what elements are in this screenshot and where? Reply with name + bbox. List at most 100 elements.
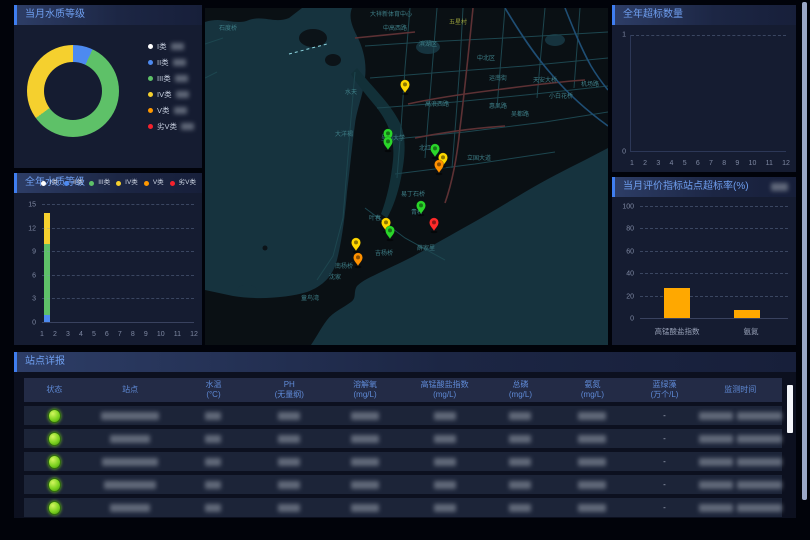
cell-value-redacted: [555, 481, 631, 489]
legend-label: 劣V类: [157, 121, 177, 132]
table-body: - - - - -: [24, 406, 782, 514]
cell-value-redacted: [176, 435, 252, 443]
cell-value-redacted: [486, 458, 554, 466]
legend-value-redacted: [175, 75, 188, 82]
x-tick: 3: [66, 331, 70, 338]
legend-item-III类[interactable]: III类: [148, 73, 194, 84]
table-row[interactable]: -: [24, 498, 782, 517]
rules-link-redacted[interactable]: [771, 183, 788, 191]
year-exceed-plot: [630, 35, 786, 152]
x-tick: 6: [105, 331, 109, 338]
map-label: 易丁石桥: [401, 190, 425, 198]
rate-bar-高锰酸盐指数: [664, 288, 690, 318]
table-row[interactable]: -: [24, 452, 782, 471]
cell-status: [24, 478, 85, 492]
panel-year-quality: 全年水质等级 I类II类III类IV类V类劣V类 03691215 123456…: [14, 173, 202, 345]
map-label: 南杨桥: [335, 262, 353, 270]
map-label: 滨湖区: [419, 40, 437, 48]
cell-value-redacted: [176, 412, 252, 420]
table-row[interactable]: -: [24, 475, 782, 494]
x-tick: 2: [53, 331, 57, 338]
cell-value-redacted: [327, 504, 403, 512]
cell-value-redacted: [176, 458, 252, 466]
cell-value-redacted: [486, 504, 554, 512]
map-label: 小白花桥: [549, 92, 573, 100]
cell-time-redacted: [699, 458, 782, 466]
cell-time-redacted: [699, 504, 782, 512]
y-tick: 1: [622, 32, 626, 39]
cell-value-redacted: [555, 504, 631, 512]
y-tick: 40: [626, 271, 634, 278]
map-label: 吴都路: [511, 110, 529, 118]
table-row[interactable]: -: [24, 429, 782, 448]
col-do: 溶解氧(mg/L): [327, 380, 403, 400]
legend-item-劣V类[interactable]: 劣V类: [148, 121, 194, 132]
map-label: 五星村: [449, 18, 467, 26]
legend-dot: [148, 124, 153, 129]
bar-segment-III类: [44, 244, 50, 315]
panel-month-quality: 当月水质等级 I类II类III类IV类V类劣V类: [14, 5, 202, 168]
legend-item-I类[interactable]: I类: [148, 41, 194, 52]
y-tick: 6: [32, 272, 36, 279]
table-scrollbar[interactable]: [787, 385, 793, 433]
cell-station-redacted: [85, 504, 176, 512]
legend-item-I类[interactable]: I类: [41, 173, 58, 193]
legend-item-IV类[interactable]: IV类: [116, 173, 138, 193]
y-tick: 12: [28, 225, 36, 232]
donut-legend: I类 II类 III类 IV类 V类劣V类: [148, 41, 194, 132]
panel-title: 全年水质等级 I类II类III类IV类V类劣V类: [14, 173, 202, 193]
cell-station-redacted: [85, 481, 176, 489]
y-tick: 15: [28, 202, 36, 209]
legend-dot: [148, 44, 153, 49]
x-tick: 6: [696, 160, 700, 167]
year-exceed-title: 全年超标数量: [623, 9, 683, 20]
month-rate-title: 当月评价指标站点超标率(%): [623, 181, 749, 192]
page-scrollbar[interactable]: [802, 2, 807, 500]
legend-item-IV类[interactable]: IV类: [148, 89, 194, 100]
map[interactable]: 石度桥大祥新体育中心中高西路滨湖区五星村中北区运南街天安大桥机场路小白花桥高浪西…: [205, 8, 608, 345]
status-dot-normal: [48, 409, 61, 423]
legend-value-redacted: [176, 91, 189, 98]
cell-station-redacted: [85, 435, 176, 443]
cell-value-redacted: [327, 435, 403, 443]
x-tick: 9: [144, 331, 148, 338]
cell-station-redacted: [85, 458, 176, 466]
status-dot-normal: [48, 478, 61, 492]
legend-label: III类: [157, 73, 171, 84]
legend-label: IV类: [125, 173, 138, 193]
status-dot-normal: [48, 432, 61, 446]
map-label: 水天: [345, 88, 357, 96]
map-label: 叶春: [369, 214, 381, 222]
legend-item-III类[interactable]: III类: [89, 173, 110, 193]
cell-value-redacted: [176, 504, 252, 512]
legend-dot: [64, 181, 69, 186]
cell-algae: -: [630, 434, 698, 443]
x-tick: 4: [79, 331, 83, 338]
x-tick: 7: [118, 331, 122, 338]
status-dot-normal: [48, 501, 61, 515]
legend-item-V类[interactable]: V类: [144, 173, 164, 193]
cell-value-redacted: [403, 412, 486, 420]
legend-item-II类[interactable]: II类: [64, 173, 83, 193]
map-canvas[interactable]: 石度桥大祥新体育中心中高西路滨湖区五星村中北区运南街天安大桥机场路小白花桥高浪西…: [205, 8, 608, 345]
col-status: 状态: [24, 385, 85, 395]
legend-item-II类[interactable]: II类: [148, 57, 194, 68]
x-axis-labels: 高锰酸盐指数氨氮: [640, 326, 788, 337]
y-axis-labels: 020406080100: [614, 207, 634, 319]
cell-value-redacted: [486, 412, 554, 420]
legend-item-V类[interactable]: V类: [148, 105, 194, 116]
rate-bar-氨氮: [734, 310, 760, 318]
col-temp: 水温(°C): [176, 380, 252, 400]
legend-label: II类: [157, 57, 169, 68]
legend-item-劣V类[interactable]: 劣V类: [170, 173, 196, 193]
y-tick: 80: [626, 226, 634, 233]
x-tick: 11: [766, 160, 773, 167]
donut-hole: [44, 62, 102, 120]
y-tick: 0: [622, 149, 626, 156]
legend-dot: [148, 60, 153, 65]
cell-station-redacted: [85, 412, 176, 420]
cell-value-redacted: [327, 412, 403, 420]
x-tick: 7: [709, 160, 713, 167]
table-row[interactable]: -: [24, 406, 782, 425]
y-axis-labels: 03691215: [18, 205, 36, 323]
